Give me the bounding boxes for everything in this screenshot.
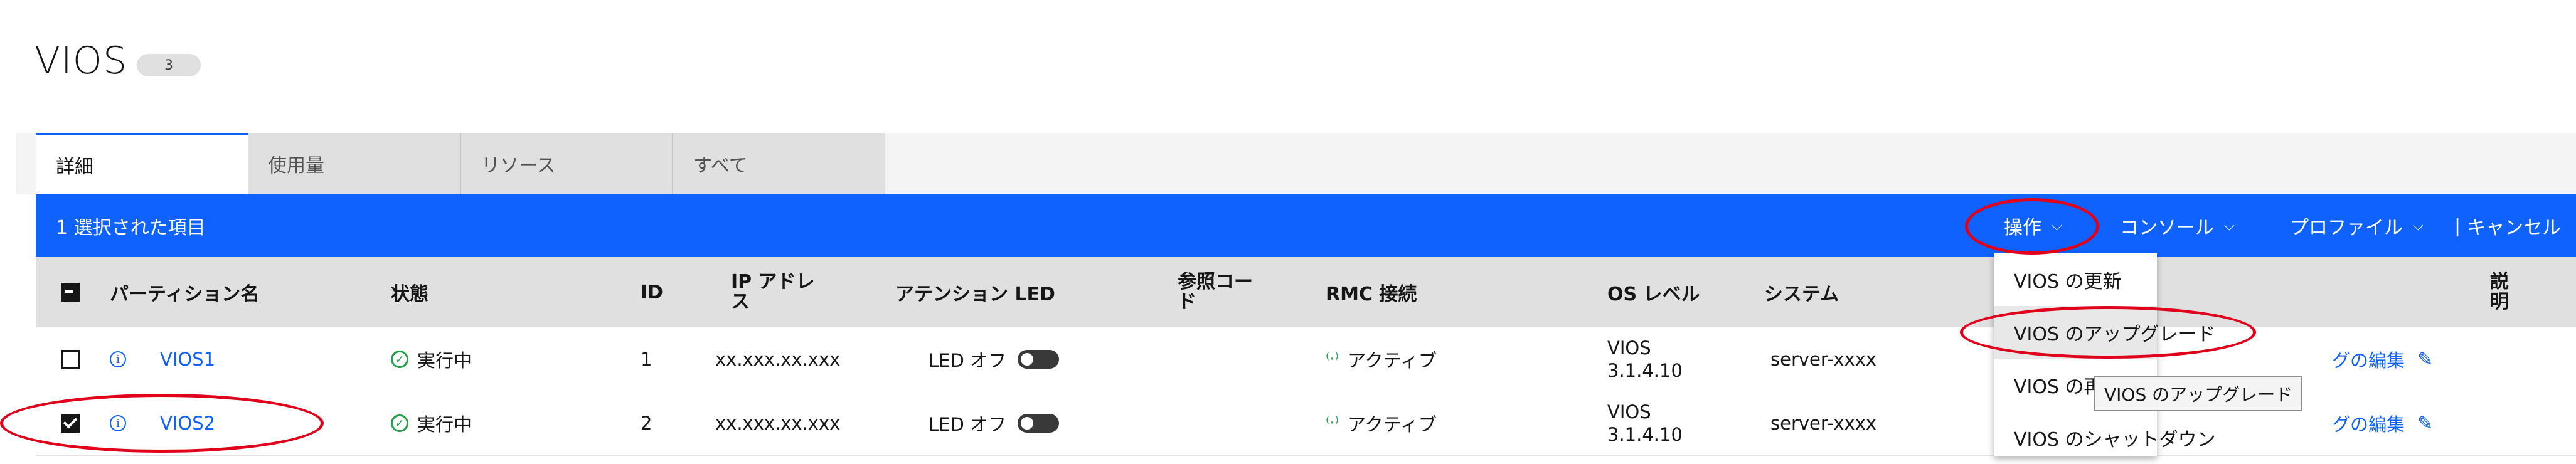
- checkbox[interactable]: [61, 283, 80, 302]
- checkmark-circle-icon: ✓: [391, 351, 408, 368]
- ip-cell: xx.xxx.xx.xxx: [715, 349, 841, 370]
- selected-count-text: 1 選択された項目: [56, 217, 206, 239]
- edit-tag-text: グの編集: [2332, 350, 2405, 371]
- header-os-level[interactable]: OS レベル: [1607, 257, 1700, 327]
- signal-icon: ⁽·⁾: [1326, 350, 1339, 369]
- tab-resources[interactable]: リソース: [461, 133, 673, 194]
- menu-item-update-vios[interactable]: VIOS の更新: [1994, 253, 2157, 306]
- cancel-label: キャンセル: [2467, 217, 2562, 239]
- profile-label: プロファイル: [2290, 217, 2403, 239]
- ip-cell: xx.xxx.xx.xxx: [715, 413, 841, 434]
- header-system[interactable]: システム: [1764, 257, 1839, 327]
- info-button[interactable]: i: [110, 327, 126, 391]
- header-id[interactable]: ID: [641, 257, 663, 327]
- id-cell: 1: [641, 349, 652, 370]
- os-level-name: VIOS: [1607, 401, 1651, 423]
- partition-name-link[interactable]: VIOS1: [160, 327, 215, 391]
- state-text: 実行中: [417, 414, 472, 435]
- console-menu-button[interactable]: コンソール ⌵: [2120, 194, 2235, 257]
- annotation-ellipse: [1965, 198, 2099, 255]
- cancel-button[interactable]: | キャンセル: [2454, 194, 2561, 257]
- tab-label: リソース: [481, 155, 556, 177]
- chevron-down-icon: ⌵: [2413, 218, 2424, 234]
- checkmark-circle-icon: ✓: [391, 414, 408, 432]
- tab-all[interactable]: すべて: [673, 133, 885, 194]
- select-all-checkbox[interactable]: [61, 257, 80, 327]
- edit-tag-link[interactable]: グの編集 ✎: [2332, 391, 2433, 455]
- rmc-text: アクティブ: [1348, 350, 1437, 371]
- header-reference-code[interactable]: 参照コード: [1178, 257, 1265, 327]
- header-state[interactable]: 状態: [391, 257, 428, 327]
- pencil-icon: ✎: [2417, 412, 2434, 435]
- edit-tag-text: グの編集: [2332, 414, 2405, 435]
- os-level-version: 3.1.4.10: [1607, 360, 1683, 381]
- os-level-cell: VIOS 3.1.4.10: [1607, 391, 1683, 455]
- menu-item-shutdown-vios[interactable]: VIOS のシャットダウン: [1994, 411, 2216, 464]
- header-ip-address[interactable]: IP アドレス: [731, 257, 825, 327]
- led-cell: LED オフ: [929, 327, 1060, 391]
- edit-tag-link[interactable]: グの編集 ✎: [2332, 327, 2433, 391]
- annotation-ellipse: [1960, 306, 2256, 359]
- tab-label: 使用量: [268, 155, 324, 177]
- led-toggle[interactable]: [1018, 414, 1060, 433]
- rmc-cell: ⁽·⁾ アクティブ: [1326, 391, 1437, 455]
- os-level-cell: VIOS 3.1.4.10: [1607, 327, 1683, 391]
- led-text: LED オフ: [929, 414, 1007, 435]
- profile-menu-button[interactable]: プロファイル ⌵: [2290, 194, 2424, 257]
- header-attention-led[interactable]: アテンション LED: [895, 257, 1055, 327]
- state-text: 実行中: [417, 350, 472, 371]
- led-cell: LED オフ: [929, 391, 1060, 455]
- header-description[interactable]: 説明: [2490, 257, 2511, 327]
- rmc-cell: ⁽·⁾ アクティブ: [1326, 327, 1437, 391]
- tooltip: VIOS のアップグレード: [2094, 376, 2303, 411]
- annotation-ellipse: [0, 394, 324, 453]
- led-toggle[interactable]: [1018, 350, 1060, 369]
- tab-details[interactable]: 詳細: [36, 133, 248, 194]
- chevron-down-icon: ⌵: [2224, 218, 2235, 234]
- os-level-version: 3.1.4.10: [1607, 424, 1683, 445]
- page-title: VIOS: [35, 39, 128, 83]
- system-cell: server-xxxx: [1770, 413, 1877, 434]
- tab-label: すべて: [693, 155, 748, 177]
- state-cell: ✓ 実行中: [391, 391, 472, 455]
- signal-icon: ⁽·⁾: [1326, 414, 1339, 433]
- divider: |: [2454, 214, 2461, 237]
- count-badge: 3: [137, 54, 201, 76]
- os-level-name: VIOS: [1607, 337, 1651, 359]
- header-partition-name[interactable]: パーティション名: [110, 257, 259, 327]
- checkbox[interactable]: [61, 350, 80, 369]
- id-cell: 2: [641, 413, 652, 434]
- header-rmc[interactable]: RMC 接続: [1326, 257, 1417, 327]
- tab-usage[interactable]: 使用量: [248, 133, 460, 194]
- row-checkbox[interactable]: [61, 327, 80, 391]
- state-cell: ✓ 実行中: [391, 327, 472, 391]
- info-icon: i: [110, 351, 126, 367]
- tab-label: 詳細: [56, 156, 93, 178]
- batch-action-bar: 1 選択された項目 操作 ⌵ コンソール ⌵ プロファイル ⌵ | キャンセル: [36, 194, 2576, 257]
- led-text: LED オフ: [929, 350, 1007, 371]
- system-cell: server-xxxx: [1770, 349, 1877, 370]
- console-label: コンソール: [2120, 217, 2214, 239]
- pencil-icon: ✎: [2417, 348, 2434, 371]
- rmc-text: アクティブ: [1348, 414, 1437, 435]
